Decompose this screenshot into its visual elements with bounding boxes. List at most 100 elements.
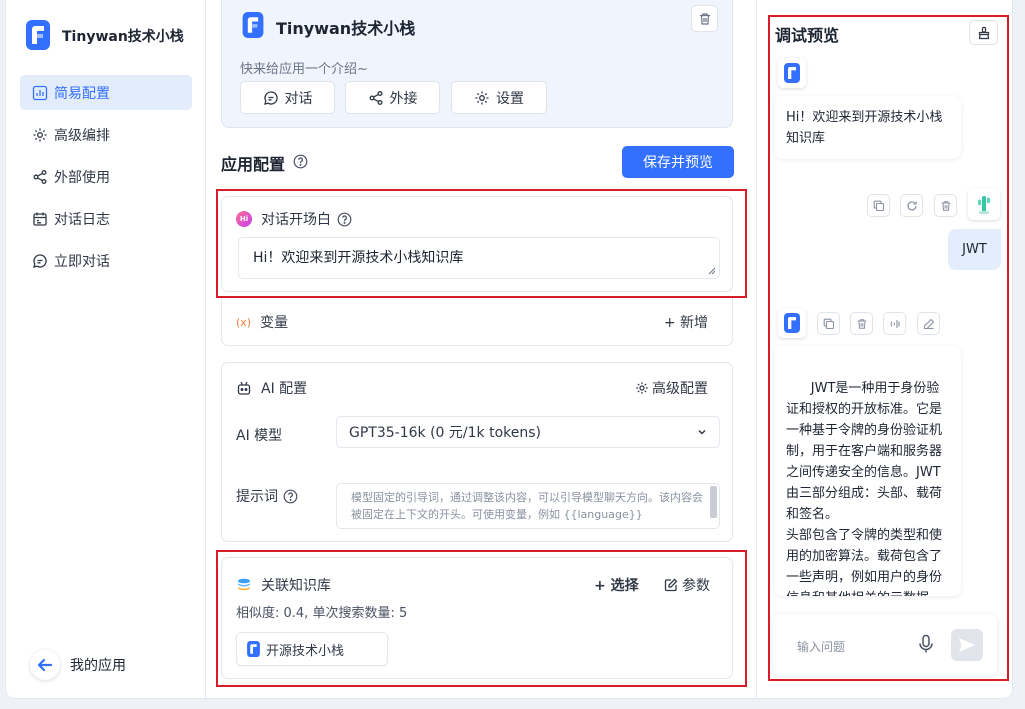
- copy-icon: [823, 318, 835, 330]
- resize-grip-icon[interactable]: [708, 267, 716, 275]
- gear-icon: [474, 90, 490, 106]
- app-intro: 快来给应用一个介绍~: [240, 58, 368, 77]
- prompt-placeholder: 模型固定的引导词，通过调整该内容，可以引导模型聊天方向。该内容会被固定在上下文的…: [351, 491, 703, 521]
- microphone-icon[interactable]: [918, 634, 934, 658]
- external-button-label: 外接: [390, 88, 418, 108]
- app-title: Tinywan技术小栈: [242, 12, 415, 42]
- preview-column: 调试预览 Hi！欢迎来到开源技术小栈知识库: [756, 0, 1013, 699]
- advanced-config-button[interactable]: 高级配置: [635, 378, 708, 398]
- advanced-config-label: 高级配置: [652, 378, 708, 398]
- help-icon[interactable]: [337, 212, 352, 227]
- chat-button[interactable]: 对话: [240, 81, 335, 114]
- greeting-textarea[interactable]: Hi！欢迎来到开源技术小栈知识库: [238, 237, 720, 279]
- trash-icon: [856, 318, 868, 330]
- knowledge-chip-label: 开源技术小栈: [266, 640, 344, 659]
- model-select-value: GPT35-16k (0 元/1k tokens): [349, 422, 541, 442]
- chart-icon: [32, 85, 48, 101]
- settings-button-label: 设置: [496, 88, 524, 108]
- clear-chat-button[interactable]: [969, 20, 998, 45]
- prompt-textarea[interactable]: 模型固定的引导词，通过调整该内容，可以引导模型聊天方向。该内容会被固定在上下文的…: [336, 483, 720, 529]
- help-icon[interactable]: [293, 154, 308, 173]
- preview-title: 调试预览: [775, 22, 839, 46]
- chevron-down-icon: [697, 427, 707, 437]
- bot-avatar: [778, 58, 806, 88]
- bot-reply-text: JWT是一种用于身份验证和授权的开放标准。它是一种基于令牌的身份验证机制，用于在…: [786, 381, 942, 596]
- bot-avatar: [778, 308, 806, 338]
- copy-button[interactable]: [817, 312, 840, 335]
- send-button[interactable]: [951, 629, 983, 661]
- settings-button[interactable]: 设置: [451, 81, 547, 114]
- copy-icon: [873, 200, 885, 212]
- prompt-label: 提示词: [236, 486, 278, 506]
- read-aloud-button[interactable]: [883, 312, 906, 335]
- user-message-text: JWT: [962, 242, 987, 257]
- broom-icon: [977, 26, 991, 40]
- knowledge-header: 关联知识库: [236, 575, 331, 595]
- share-icon: [32, 169, 48, 185]
- refresh-icon: [906, 200, 918, 212]
- config-section-title: 应用配置: [221, 151, 308, 175]
- help-icon[interactable]: [283, 489, 298, 504]
- knowledge-info: 相似度: 0.4, 单次搜索数量: 5: [236, 602, 407, 621]
- model-select[interactable]: GPT35-16k (0 元/1k tokens): [336, 416, 720, 448]
- chat-icon: [263, 90, 279, 106]
- arrow-left-icon: [30, 650, 60, 680]
- scrollbar[interactable]: [710, 486, 717, 518]
- model-label: AI 模型: [236, 425, 282, 445]
- copy-button[interactable]: [867, 194, 890, 217]
- pencil-icon: [923, 318, 935, 330]
- retry-button[interactable]: [900, 194, 923, 217]
- ai-config-panel: AI 配置 高级配置 AI 模型 GPT35-16k (0 元/1k token…: [221, 362, 733, 542]
- add-variable-button[interactable]: + 新增: [664, 312, 708, 332]
- chat-icon: [32, 253, 48, 269]
- bot-greeting-text: Hi！欢迎来到开源技术小栈知识库: [786, 110, 942, 146]
- save-and-preview-button[interactable]: 保存并预览: [622, 146, 734, 178]
- send-icon: [958, 637, 976, 653]
- sidebar-item-label: 高级编排: [54, 125, 110, 145]
- trash-icon: [940, 200, 952, 212]
- edit-message-button[interactable]: [917, 312, 940, 335]
- sidebar-item-logs[interactable]: 对话日志: [20, 201, 192, 236]
- knowledge-label: 关联知识库: [261, 575, 331, 595]
- app-shell: Tinywan技术小栈 简易配置 高级编排: [5, 0, 1013, 699]
- variable-icon: (x): [236, 316, 251, 329]
- bot-reply-bubble: JWT是一种用于身份验证和授权的开放标准。它是一种基于令牌的身份验证机制，用于在…: [774, 346, 961, 596]
- sidebar-item-external[interactable]: 外部使用: [20, 159, 192, 194]
- hi-badge-icon: Hi: [236, 211, 252, 227]
- greeting-label: 对话开场白: [261, 209, 331, 229]
- back-to-my-apps[interactable]: 我的应用: [30, 650, 126, 680]
- user-avatar: [968, 188, 1000, 220]
- app-name: Tinywan技术小栈: [62, 26, 184, 46]
- select-knowledge-button[interactable]: + 选择: [594, 575, 639, 595]
- chat-input-placeholder: 输入问题: [797, 638, 845, 655]
- app-logo-icon: [26, 20, 50, 52]
- sidebar-item-label: 简易配置: [54, 83, 110, 103]
- sidebar-item-label: 外部使用: [54, 167, 110, 187]
- edit-icon: [664, 578, 678, 592]
- app-title-text: Tinywan技术小栈: [276, 15, 415, 39]
- prompt-label-row: 提示词: [236, 486, 298, 506]
- chat-input-box[interactable]: 输入问题: [773, 614, 997, 676]
- share-icon: [368, 90, 384, 106]
- gear-icon: [32, 127, 48, 143]
- delete-message-button[interactable]: [850, 312, 873, 335]
- sidebar-item-label: 对话日志: [54, 209, 110, 229]
- sidebar-item-simple-config[interactable]: 简易配置: [20, 75, 192, 110]
- trash-icon: [698, 12, 712, 26]
- ai-config-label: AI 配置: [261, 378, 307, 398]
- brand: Tinywan技术小栈: [26, 20, 184, 52]
- bot-greeting-bubble: Hi！欢迎来到开源技术小栈知识库: [774, 96, 961, 159]
- knowledge-chip[interactable]: 开源技术小栈: [236, 632, 388, 666]
- variables-header: (x) 变量: [236, 312, 288, 332]
- sidebar-item-advanced[interactable]: 高级编排: [20, 117, 192, 152]
- cactus-icon: [974, 193, 994, 215]
- sidebar-nav: 简易配置 高级编排 外部使用: [20, 75, 192, 285]
- delete-app-button[interactable]: [691, 5, 718, 32]
- app-logo-icon: [247, 641, 260, 657]
- config-title: 应用配置: [221, 151, 285, 175]
- knowledge-params-button[interactable]: 参数: [664, 575, 710, 595]
- sidebar-item-chat-now[interactable]: 立即对话: [20, 243, 192, 278]
- external-button[interactable]: 外接: [345, 81, 440, 114]
- delete-message-button[interactable]: [934, 194, 957, 217]
- user-message-bubble: JWT: [948, 229, 1001, 270]
